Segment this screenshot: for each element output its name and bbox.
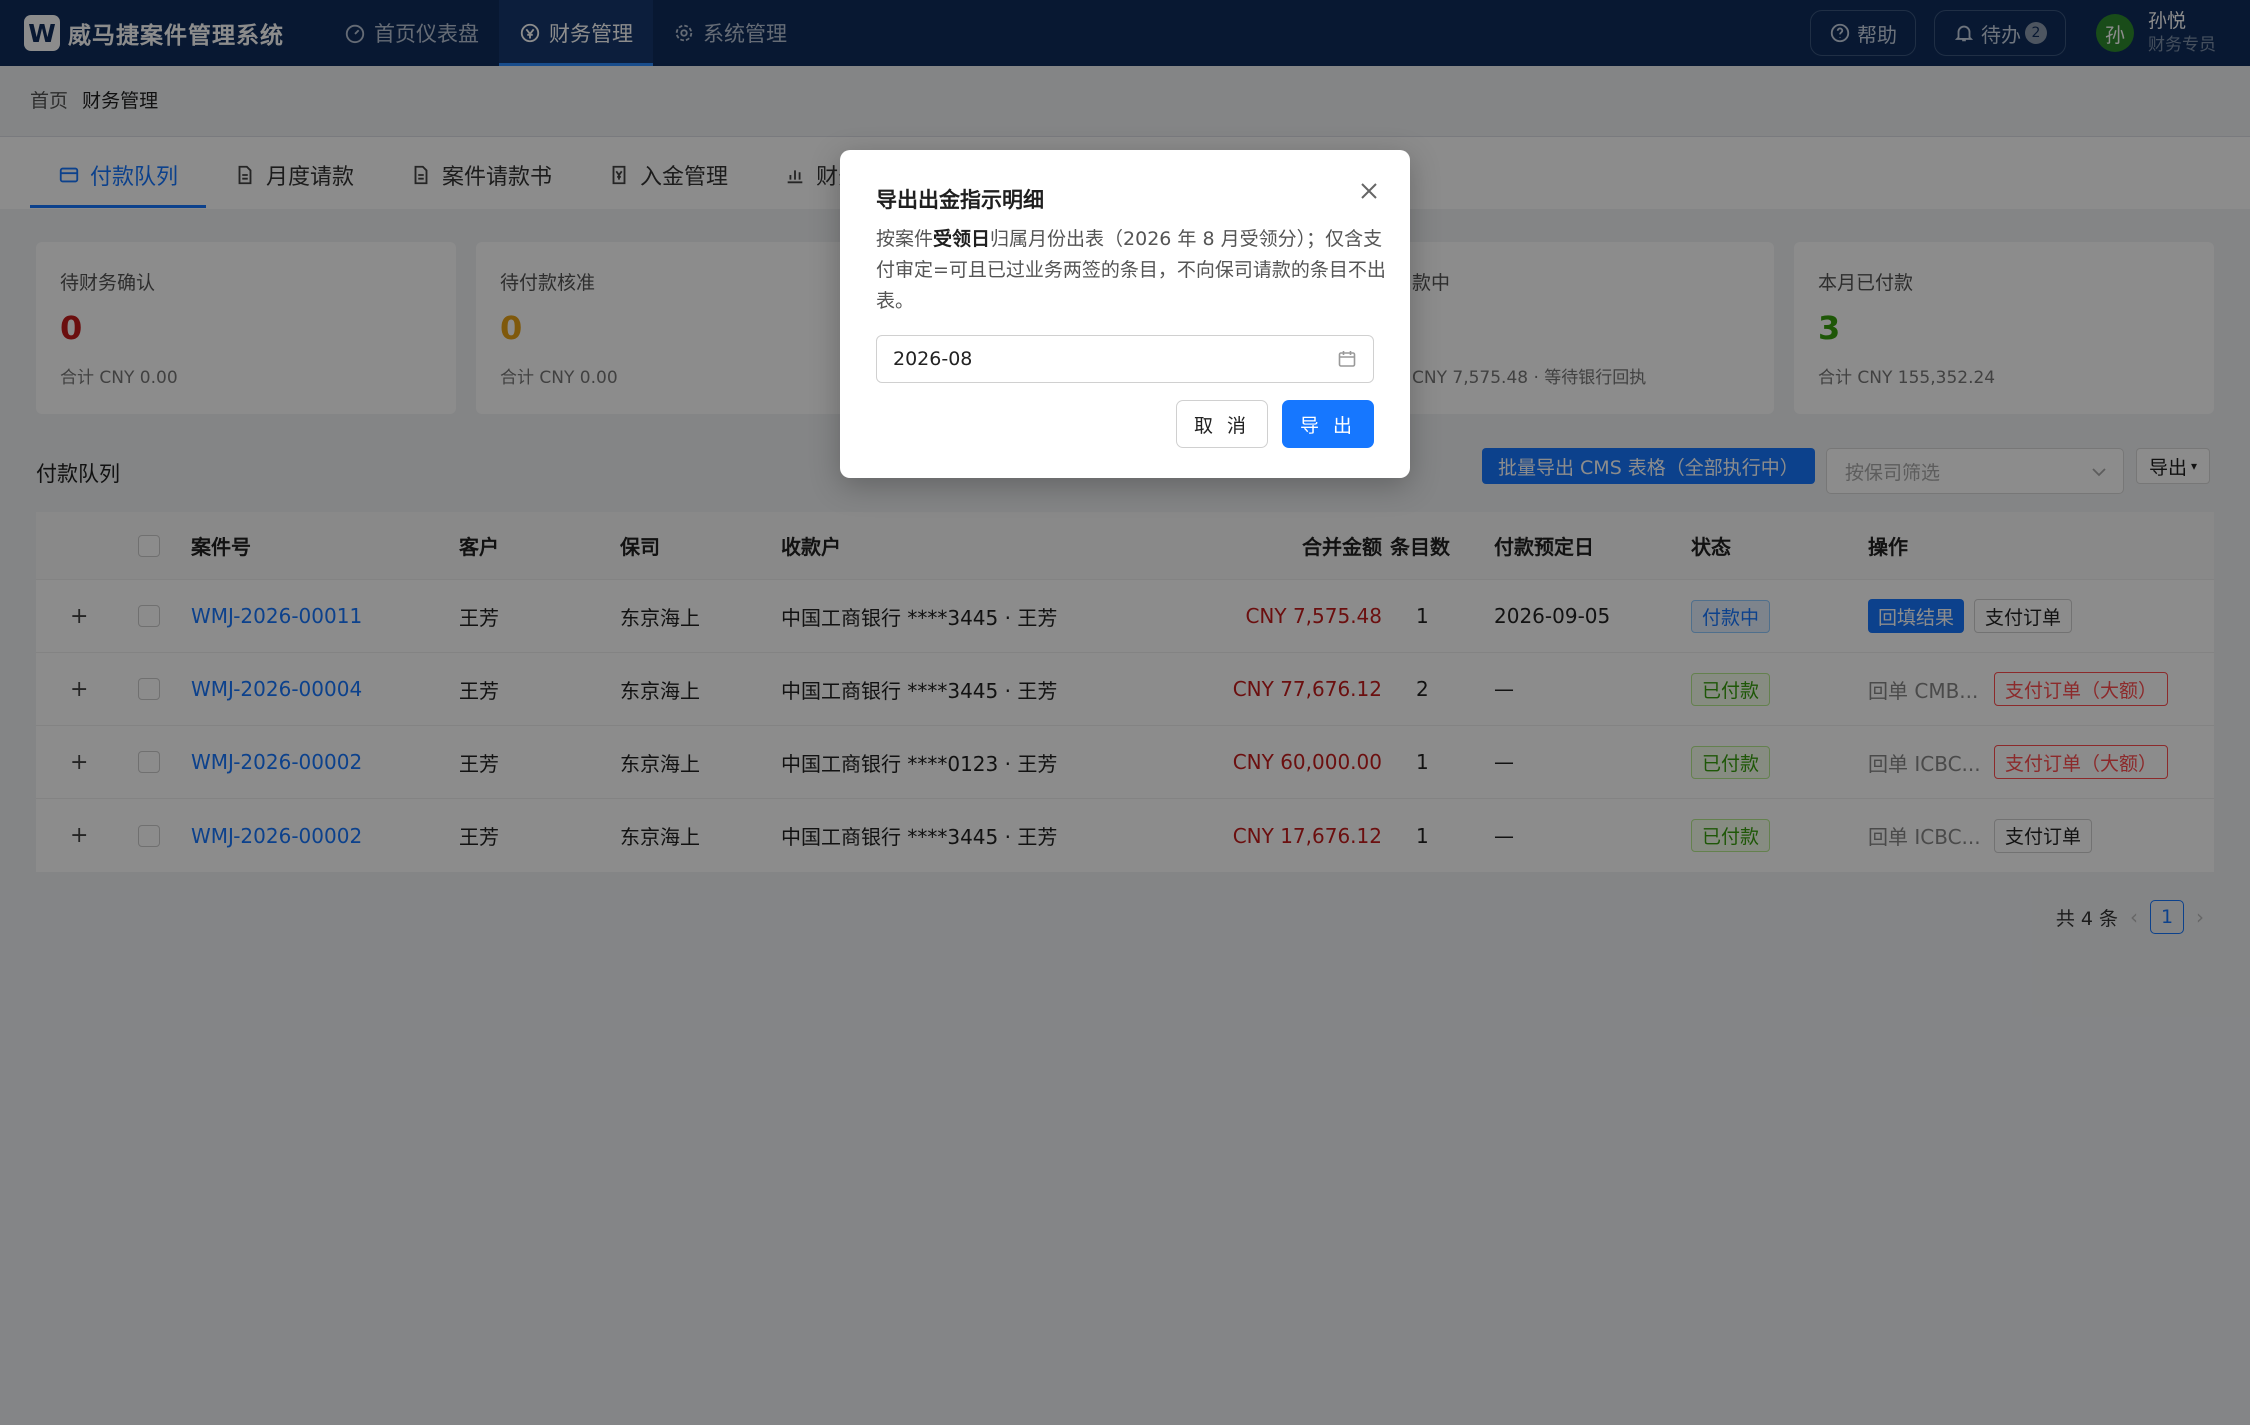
modal-description: 按案件受领日归属月份出表（2026 年 8 月受领分）；仅含支付审定=可且已过业… xyxy=(876,224,1386,317)
modal-footer: 取 消 导 出 xyxy=(1162,400,1374,448)
desc-bold: 受领日 xyxy=(933,228,991,250)
cancel-button[interactable]: 取 消 xyxy=(1176,400,1268,448)
export-confirm-button[interactable]: 导 出 xyxy=(1282,400,1374,448)
close-icon[interactable] xyxy=(1358,180,1380,202)
export-modal: 导出出金指示明细 按案件受领日归属月份出表（2026 年 8 月受领分）；仅含支… xyxy=(840,150,1410,478)
month-picker-input[interactable]: 2026-08 xyxy=(876,335,1374,383)
month-value: 2026-08 xyxy=(893,348,973,370)
modal-title: 导出出金指示明细 xyxy=(876,188,1044,212)
desc-pre: 按案件 xyxy=(876,228,934,250)
calendar-icon xyxy=(1337,349,1357,369)
